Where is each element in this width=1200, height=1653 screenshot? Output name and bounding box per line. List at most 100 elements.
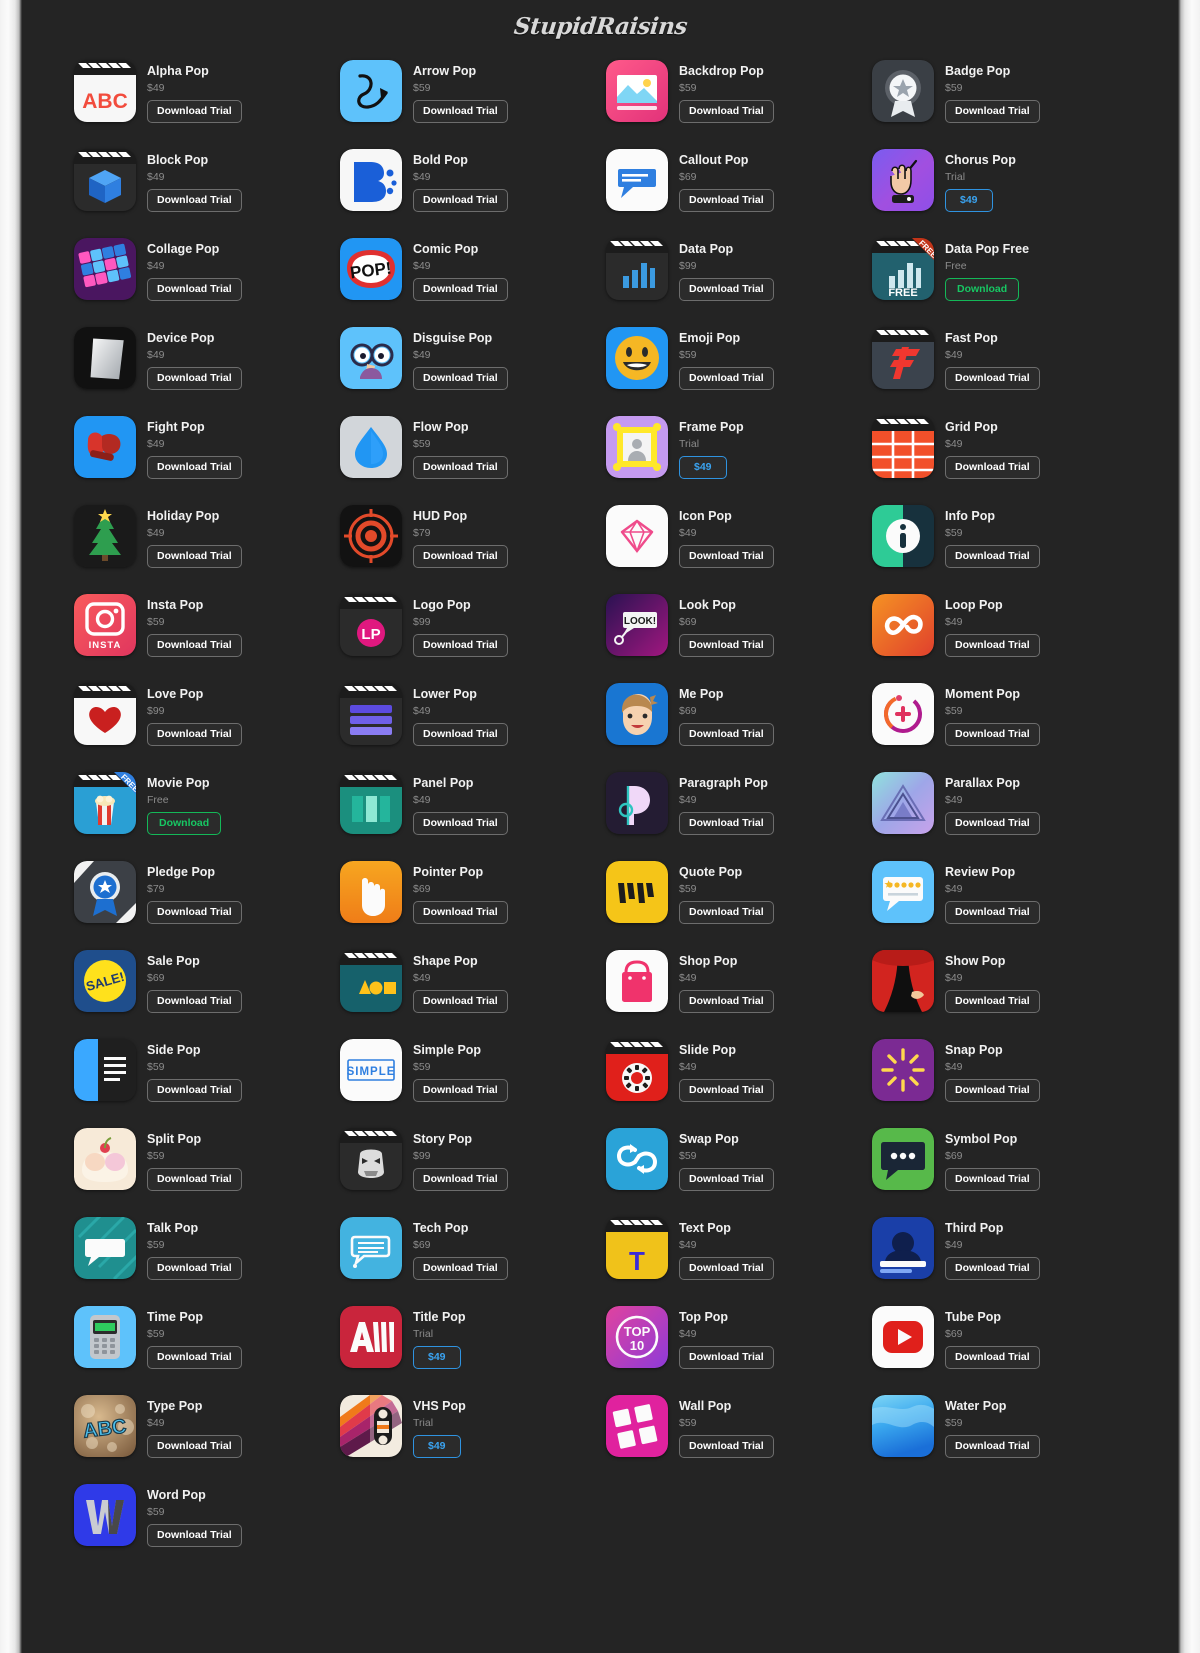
product-download-button[interactable]: Download Trial: [147, 1524, 242, 1547]
product-download-button[interactable]: Download Trial: [147, 278, 242, 301]
product-download-button[interactable]: Download Trial: [945, 723, 1040, 746]
product-download-button[interactable]: Download Trial: [945, 812, 1040, 835]
product-download-button[interactable]: $49: [413, 1346, 461, 1369]
product-card-alpha-pop: ABC Alpha Pop $49 Download Trial: [74, 60, 340, 149]
product-name: Symbol Pop: [945, 1132, 1018, 1146]
product-download-button[interactable]: Download Trial: [945, 367, 1040, 390]
product-download-button[interactable]: Download: [147, 812, 222, 835]
product-download-button[interactable]: Download Trial: [413, 456, 508, 479]
product-download-button[interactable]: Download Trial: [945, 901, 1040, 924]
product-download-button[interactable]: Download Trial: [679, 812, 774, 835]
product-download-button[interactable]: Download Trial: [945, 1257, 1040, 1280]
product-download-button[interactable]: Download Trial: [679, 1168, 774, 1191]
product-download-button[interactable]: Download Trial: [679, 278, 774, 301]
product-download-button[interactable]: Download Trial: [413, 1168, 508, 1191]
product-download-button[interactable]: Download Trial: [945, 990, 1040, 1013]
product-download-button[interactable]: $49: [679, 456, 727, 479]
product-name: Flow Pop: [413, 420, 469, 434]
vhs-pop-icon: [340, 1395, 402, 1457]
loop-pop-icon: [872, 594, 934, 656]
product-meta: Parallax Pop $49 Download Trial: [945, 772, 1040, 835]
product-price: $49: [147, 349, 165, 361]
product-meta: Story Pop $99 Download Trial: [413, 1128, 508, 1191]
svg-text:ABC: ABC: [82, 90, 128, 113]
product-download-button[interactable]: Download Trial: [679, 723, 774, 746]
product-download-button[interactable]: Download Trial: [147, 990, 242, 1013]
product-download-button[interactable]: Download Trial: [413, 990, 508, 1013]
product-card-arrow-pop: Arrow Pop $59 Download Trial: [340, 60, 606, 149]
product-card-time-pop: Time Pop $59 Download Trial: [74, 1306, 340, 1395]
product-card-comic-pop: POP! Comic Pop $49 Download Trial: [340, 238, 606, 327]
product-download-button[interactable]: Download Trial: [679, 1257, 774, 1280]
product-meta: Holiday Pop $49 Download Trial: [147, 505, 242, 568]
product-download-button[interactable]: Download Trial: [413, 723, 508, 746]
product-download-button[interactable]: Download Trial: [147, 367, 242, 390]
product-download-button[interactable]: Download Trial: [147, 901, 242, 924]
product-download-button[interactable]: Download Trial: [945, 1435, 1040, 1458]
product-download-button[interactable]: Download Trial: [945, 456, 1040, 479]
product-download-button[interactable]: Download Trial: [679, 545, 774, 568]
product-card-quote-pop: Quote Pop $59 Download Trial: [606, 861, 872, 950]
product-download-button[interactable]: Download Trial: [679, 1079, 774, 1102]
product-download-button[interactable]: Download Trial: [147, 1435, 242, 1458]
product-download-button[interactable]: $49: [413, 1435, 461, 1458]
pledge-pop-icon: [74, 861, 136, 923]
product-download-button[interactable]: Download Trial: [679, 1435, 774, 1458]
product-card-parallax-pop: Parallax Pop $49 Download Trial: [872, 772, 1138, 861]
product-download-button[interactable]: Download Trial: [147, 189, 242, 212]
product-meta: Fight Pop $49 Download Trial: [147, 416, 242, 479]
product-download-button[interactable]: Download Trial: [679, 901, 774, 924]
product-download-button[interactable]: Download Trial: [413, 367, 508, 390]
product-download-button[interactable]: Download Trial: [679, 990, 774, 1013]
product-download-button[interactable]: Download Trial: [945, 1079, 1040, 1102]
logo-pop-icon: LP: [340, 594, 402, 656]
product-download-button[interactable]: Download Trial: [945, 634, 1040, 657]
product-download-button[interactable]: Download Trial: [413, 901, 508, 924]
product-download-button[interactable]: Download Trial: [147, 1079, 242, 1102]
product-download-button[interactable]: Download Trial: [945, 545, 1040, 568]
product-card-wall-pop: Wall Pop $59 Download Trial: [606, 1395, 872, 1484]
sale-pop-icon: SALE!: [74, 950, 136, 1012]
product-card-lower-pop: Lower Pop $49 Download Trial: [340, 683, 606, 772]
product-download-button[interactable]: Download Trial: [413, 1079, 508, 1102]
product-download-button[interactable]: Download Trial: [147, 545, 242, 568]
product-card-water-pop: Water Pop $59 Download Trial: [872, 1395, 1138, 1484]
product-download-button[interactable]: Download Trial: [413, 812, 508, 835]
product-name: Story Pop: [413, 1132, 473, 1146]
product-download-button[interactable]: Download Trial: [945, 1346, 1040, 1369]
product-download-button[interactable]: Download Trial: [679, 189, 774, 212]
product-download-button[interactable]: Download Trial: [413, 189, 508, 212]
product-download-button[interactable]: Download Trial: [147, 100, 242, 123]
product-download-button[interactable]: Download Trial: [413, 634, 508, 657]
product-name: Swap Pop: [679, 1132, 739, 1146]
product-name: Text Pop: [679, 1221, 731, 1235]
time-pop-icon: [74, 1306, 136, 1368]
side-pop-icon: [74, 1039, 136, 1101]
panel-pop-icon: [340, 772, 402, 834]
lower-pop-icon: [340, 683, 402, 745]
product-download-button[interactable]: Download Trial: [679, 367, 774, 390]
product-download-button[interactable]: Download Trial: [147, 456, 242, 479]
product-name: Third Pop: [945, 1221, 1004, 1235]
product-download-button[interactable]: Download Trial: [147, 723, 242, 746]
product-meta: Third Pop $49 Download Trial: [945, 1217, 1040, 1280]
product-download-button[interactable]: Download Trial: [679, 100, 774, 123]
product-download-button[interactable]: Download Trial: [945, 100, 1040, 123]
product-name: Holiday Pop: [147, 509, 220, 523]
product-download-button[interactable]: Download: [945, 278, 1020, 301]
product-download-button[interactable]: Download Trial: [147, 1168, 242, 1191]
product-download-button[interactable]: $49: [945, 189, 993, 212]
product-download-button[interactable]: Download Trial: [413, 1257, 508, 1280]
flow-pop-icon: [340, 416, 402, 478]
product-meta: Bold Pop $49 Download Trial: [413, 149, 508, 212]
product-download-button[interactable]: Download Trial: [147, 1257, 242, 1280]
product-download-button[interactable]: Download Trial: [413, 545, 508, 568]
product-download-button[interactable]: Download Trial: [147, 1346, 242, 1369]
product-download-button[interactable]: Download Trial: [679, 634, 774, 657]
product-download-button[interactable]: Download Trial: [413, 278, 508, 301]
product-download-button[interactable]: Download Trial: [945, 1168, 1040, 1191]
product-card-talk-pop: Talk Pop $59 Download Trial: [74, 1217, 340, 1306]
product-download-button[interactable]: Download Trial: [679, 1346, 774, 1369]
product-download-button[interactable]: Download Trial: [413, 100, 508, 123]
product-download-button[interactable]: Download Trial: [147, 634, 242, 657]
